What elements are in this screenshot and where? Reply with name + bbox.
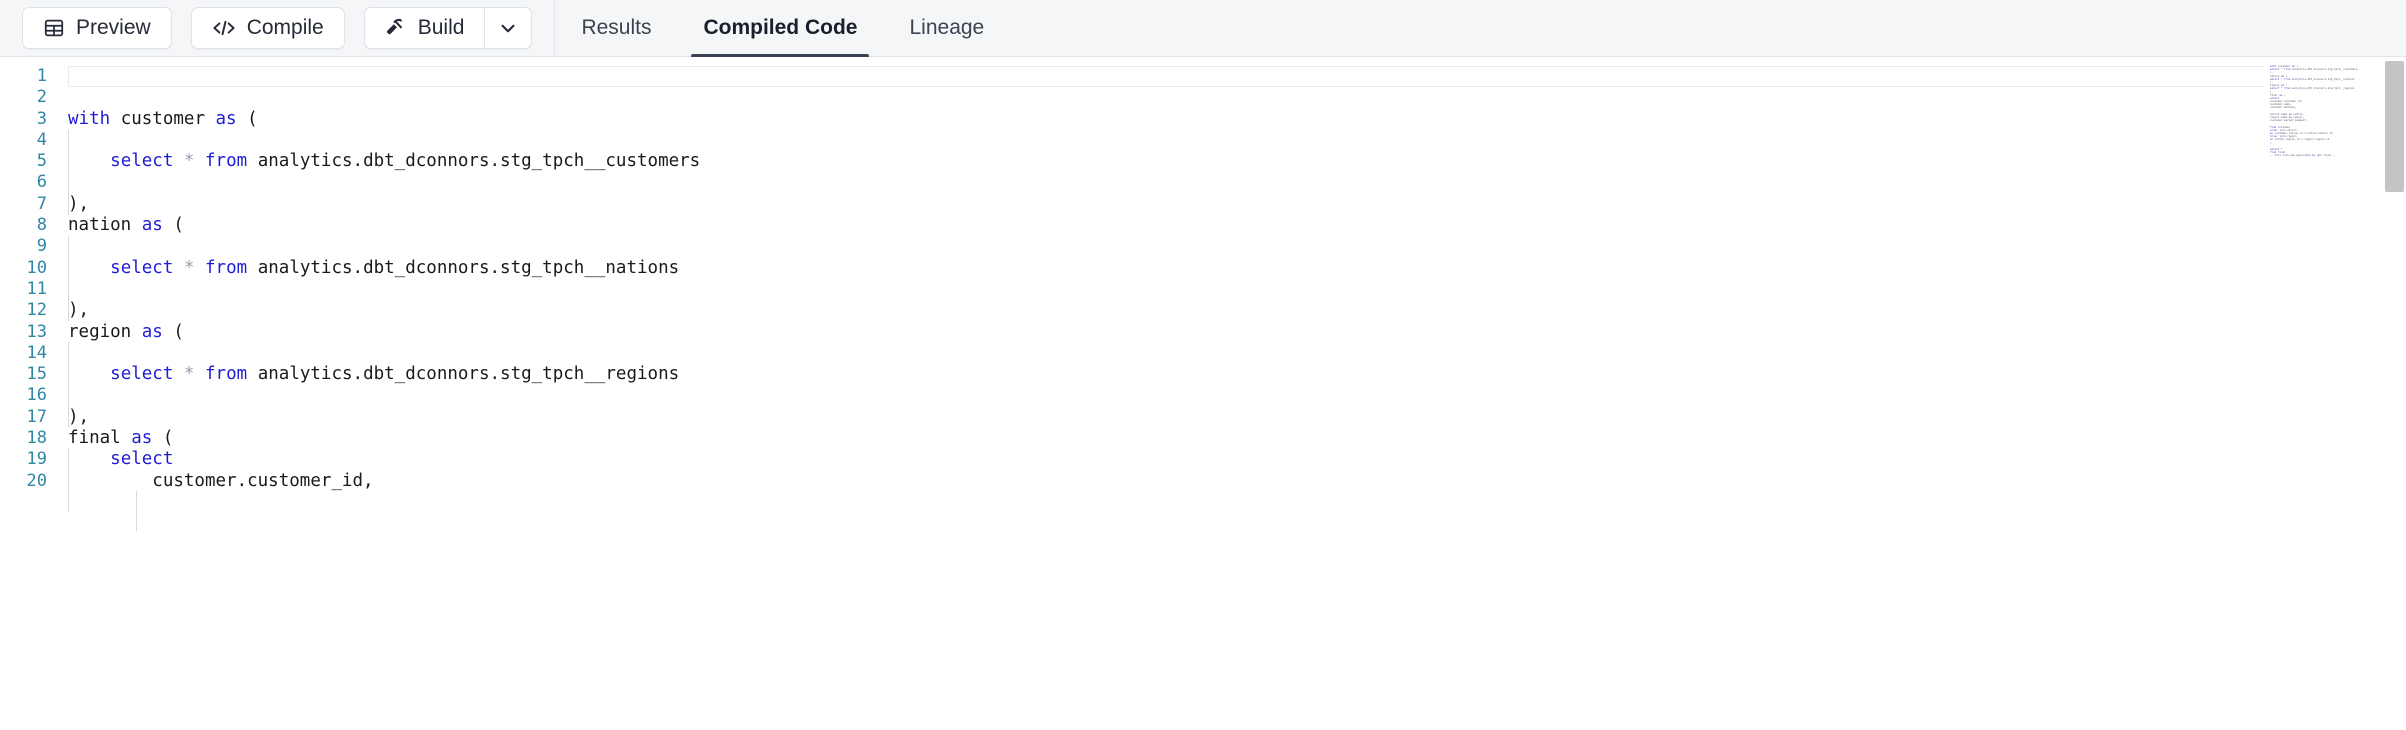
editor-tab-bar: Results Compiled Code Lineage [555, 0, 1010, 57]
line-number: 18 [0, 428, 56, 449]
tab-results-label: Results [581, 16, 651, 40]
line-number: 17 [0, 407, 56, 428]
preview-button[interactable]: Preview [22, 7, 172, 49]
code-line[interactable]: ), [56, 407, 2406, 428]
line-number: 16 [0, 385, 56, 406]
table-icon [43, 17, 65, 39]
compile-button-label: Compile [247, 16, 324, 40]
minimap-line: -- this line was generated by dbt cloud … [2270, 154, 2382, 157]
compile-button[interactable]: Compile [191, 7, 345, 49]
line-number: 5 [0, 151, 56, 172]
line-number: 1 [0, 66, 56, 87]
hammer-icon [385, 17, 407, 39]
tab-lineage-label: Lineage [909, 16, 984, 40]
line-number: 10 [0, 258, 56, 279]
editor-vertical-scrollbar[interactable] [2382, 57, 2406, 730]
line-number-gutter: 1234567891011121314151617181920 [0, 57, 56, 730]
scrollbar-thumb[interactable] [2385, 61, 2404, 192]
line-number: 14 [0, 343, 56, 364]
code-line[interactable] [56, 279, 2406, 300]
line-number: 11 [0, 279, 56, 300]
line-number: 6 [0, 172, 56, 193]
build-dropdown-toggle[interactable] [484, 8, 531, 48]
line-number: 19 [0, 449, 56, 470]
line-number: 12 [0, 300, 56, 321]
code-line[interactable]: region as ( [56, 322, 2406, 343]
chevron-down-icon [497, 17, 519, 39]
code-line[interactable] [56, 343, 2406, 364]
code-line[interactable] [56, 130, 2406, 151]
app-root: Preview Compile [0, 0, 2406, 730]
tab-lineage[interactable]: Lineage [883, 0, 1010, 57]
tab-compiled-code-label: Compiled Code [703, 16, 857, 40]
toolbar-button-group: Preview Compile [22, 7, 532, 49]
code-line[interactable] [56, 236, 2406, 257]
code-line[interactable]: nation as ( [56, 215, 2406, 236]
tab-results[interactable]: Results [555, 0, 677, 57]
code-line[interactable] [56, 172, 2406, 193]
line-number: 7 [0, 194, 56, 215]
code-line[interactable]: customer.customer_id, [56, 471, 2406, 492]
line-number: 8 [0, 215, 56, 236]
line-number: 4 [0, 130, 56, 151]
code-line[interactable] [56, 87, 2406, 108]
code-line[interactable] [56, 66, 2406, 87]
code-brackets-icon [212, 17, 236, 39]
build-split-button: Build [364, 7, 533, 49]
code-content[interactable]: with customer as ( select * from analyti… [56, 57, 2406, 730]
line-number: 20 [0, 471, 56, 492]
code-line[interactable]: select * from analytics.dbt_dconnors.stg… [56, 258, 2406, 279]
line-number: 15 [0, 364, 56, 385]
line-number: 9 [0, 236, 56, 257]
code-line[interactable]: ), [56, 300, 2406, 321]
code-line[interactable]: select * from analytics.dbt_dconnors.stg… [56, 364, 2406, 385]
tab-compiled-code[interactable]: Compiled Code [677, 0, 883, 57]
editor-toolbar: Preview Compile [0, 0, 2406, 57]
build-button-label: Build [418, 16, 465, 40]
code-line[interactable]: select [56, 449, 2406, 470]
code-editor[interactable]: 1234567891011121314151617181920 with cus… [0, 57, 2406, 730]
code-line[interactable]: final as ( [56, 428, 2406, 449]
preview-button-label: Preview [76, 16, 151, 40]
line-number: 3 [0, 109, 56, 130]
code-line[interactable]: with customer as ( [56, 109, 2406, 130]
code-line[interactable]: select * from analytics.dbt_dconnors.stg… [56, 151, 2406, 172]
line-number: 13 [0, 322, 56, 343]
code-minimap[interactable]: with customer as ( select * from analyti… [2264, 57, 2382, 730]
code-line[interactable]: ), [56, 194, 2406, 215]
line-number: 2 [0, 87, 56, 108]
indent-guide [136, 491, 137, 531]
build-button[interactable]: Build [365, 8, 485, 48]
code-line[interactable] [56, 385, 2406, 406]
